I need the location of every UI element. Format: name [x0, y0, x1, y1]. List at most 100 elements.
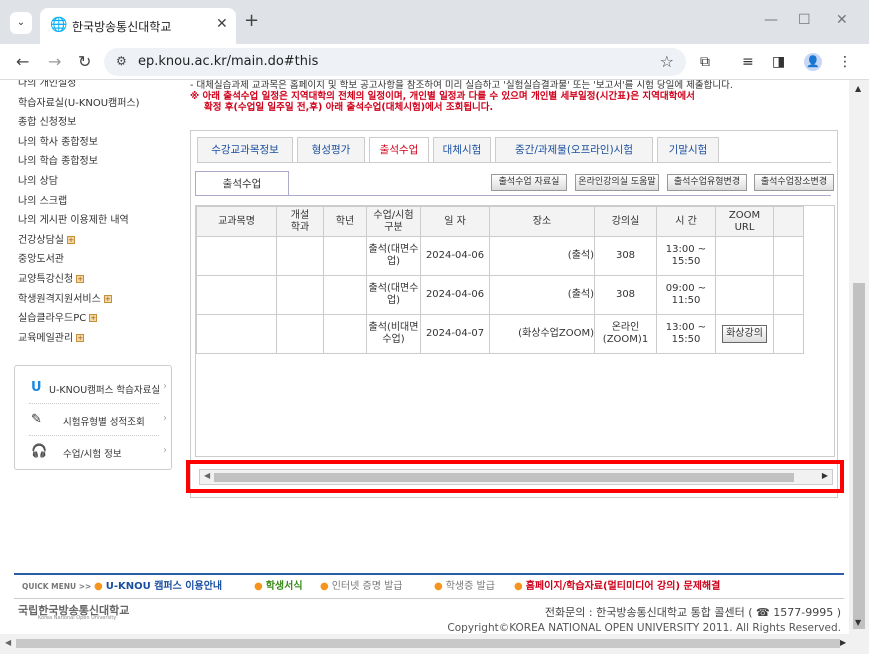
table-header-row: 교과목명 개설 학과 학년 수업/시험 구분 일 자 장소 강의실 시 간 ZO… — [196, 206, 804, 237]
address-bar[interactable]: ⚙ ep.knou.ac.kr/main.do#this ☆ — [104, 48, 686, 76]
quick-menu-link[interactable]: ● 인터넷 증명 발급 — [320, 575, 403, 599]
more-menu-icon[interactable]: ⋮ — [838, 54, 852, 70]
profile-avatar[interactable]: 👤 — [804, 53, 822, 71]
sidebar-item[interactable]: 나의 상담 — [18, 172, 188, 192]
subtab-attendance[interactable]: 출석수업 — [195, 171, 289, 196]
cell-time: 13:00 ~ 15:50 — [656, 236, 716, 276]
tab-3[interactable]: 대체시험 — [433, 137, 491, 163]
quick-link-label: 시험유형별 성적조회 — [63, 417, 145, 428]
scroll-right-arrow-icon[interactable]: ▶ — [840, 638, 846, 647]
quick-link-label: 수업/시험 정보 — [63, 449, 122, 460]
quick-menu-link[interactable]: ● 홈페이지/학습자료(멀티미디어 강의) 문제해결 — [514, 575, 720, 599]
quick-link-uknou[interactable]: U U-KNOU캠퍼스 학습자료실 › — [29, 372, 167, 404]
tab-close-icon[interactable]: ✕ — [216, 16, 228, 32]
quick-menu-link[interactable]: ● U-KNOU 캠퍼스 이용안내 — [94, 575, 222, 599]
change-class-location-button[interactable]: 출석수업장소변경 — [754, 174, 834, 191]
tab-5[interactable]: 기말시험 — [657, 137, 719, 163]
scroll-up-arrow-icon[interactable]: ▲ — [855, 84, 861, 93]
quick-link-grades[interactable]: ✎ 시험유형별 성적조회 › — [29, 404, 167, 436]
cell-year — [323, 236, 367, 276]
header-time: 시 간 — [656, 206, 716, 237]
globe-icon: 🌐 — [50, 17, 68, 33]
chevron-right-icon: › — [163, 381, 167, 392]
plus-icon[interactable]: + — [76, 274, 85, 283]
new-tab-button[interactable]: + — [244, 10, 259, 31]
cell-year — [323, 314, 367, 354]
plus-icon[interactable]: + — [103, 294, 112, 303]
zoom-lecture-button[interactable]: 화상강의 — [722, 325, 767, 343]
quick-menu-link[interactable]: ● 학생서식 — [254, 575, 303, 599]
sidebar-item[interactable]: 나의 학사 종합정보 — [18, 133, 188, 153]
sidebar-item[interactable]: 교양특강신청 + — [18, 270, 188, 290]
quick-menu-link-label: 학생증 발급 — [445, 581, 495, 592]
cell-type: 출석(대면수업) — [366, 236, 421, 276]
scroll-left-arrow-icon[interactable]: ◀ — [5, 638, 11, 647]
highlight-box — [186, 460, 844, 493]
url-text[interactable]: ep.knou.ac.kr/main.do#this — [138, 54, 318, 69]
cell-zoom: 화상강의 — [715, 314, 774, 354]
plus-icon[interactable]: + — [89, 314, 98, 323]
quick-menu-link[interactable]: ● 학생증 발급 — [434, 575, 495, 599]
footer-logo: 국립한국방송통신대학교 Korea National Open Universi… — [18, 602, 129, 621]
scroll-down-arrow-icon[interactable]: ▼ — [855, 618, 861, 627]
cell-time: 09:00 ~ 11:50 — [656, 275, 716, 315]
page-horizontal-scrollbar[interactable]: ◀ ▶ — [0, 634, 869, 654]
window-close-icon[interactable]: ✕ — [836, 12, 848, 28]
notice-line-1: - 대체실습과제 교과목은 홈페이지 및 학보 공고사항을 참조하여 미리 실습… — [190, 80, 733, 91]
sidebar-item[interactable]: 나의 학습 종합정보 — [18, 152, 188, 172]
minimize-icon[interactable]: — — [764, 12, 778, 28]
sidebar-item[interactable]: 나의 개인설정 — [18, 80, 188, 94]
plus-icon[interactable]: + — [76, 333, 85, 342]
reading-list-icon[interactable]: ≡ — [742, 54, 754, 70]
forward-arrow-icon[interactable]: → — [48, 52, 61, 71]
sidebar-item-label: 교육메일관리 — [18, 332, 74, 344]
sidebar-item[interactable]: 나의 스크랩 — [18, 192, 188, 212]
tab-1[interactable]: 형성평가 — [297, 137, 365, 163]
sidebar-item[interactable]: 교육메일관리 + — [18, 329, 188, 349]
quick-link-class-info[interactable]: 🎧 수업/시험 정보 › — [29, 436, 167, 468]
reload-icon[interactable]: ↻ — [78, 52, 91, 71]
attendance-table: 교과목명 개설 학과 학년 수업/시험 구분 일 자 장소 강의실 시 간 ZO… — [196, 206, 804, 354]
browser-tab[interactable]: 🌐 한국방송통신대학교 ✕ — [40, 8, 236, 44]
sidebar-item[interactable]: 건강상담실 + — [18, 231, 188, 251]
sidebar-item-label: 실습클라우드PC — [18, 313, 87, 325]
cell-dept — [276, 275, 324, 315]
back-arrow-icon[interactable]: ← — [16, 52, 29, 71]
cell-overflow — [773, 275, 804, 315]
maximize-icon[interactable]: ☐ — [798, 12, 811, 28]
cell-room: 308 — [594, 275, 657, 315]
sidebar-item[interactable]: 실습클라우드PC + — [18, 309, 188, 329]
cell-overflow — [773, 314, 804, 354]
plus-icon[interactable]: + — [67, 235, 75, 244]
attendance-resources-button[interactable]: 출석수업 자료실 — [491, 174, 567, 191]
chevron-right-icon: › — [163, 445, 167, 456]
sidebar-item[interactable]: 중앙도서관 — [18, 250, 188, 270]
tab-4[interactable]: 중간/과제물(오프라인)시험 — [495, 137, 653, 163]
sidebar-item-label: 나의 학습 종합정보 — [18, 156, 98, 168]
cell-date: 2024-04-07 — [420, 314, 490, 354]
sidebar-item[interactable]: 학습자료실(U-KNOU캠퍼스) — [18, 94, 188, 114]
extensions-icon[interactable]: ⧉ — [700, 54, 710, 70]
sidebar-item[interactable]: 종합 신청정보 — [18, 113, 188, 133]
site-info-icon[interactable]: ⚙ — [116, 54, 127, 68]
side-panel-icon[interactable]: ◨ — [772, 54, 785, 70]
change-class-type-button[interactable]: 출석수업유형변경 — [667, 174, 747, 191]
tab-0[interactable]: 수강교과목정보 — [197, 137, 293, 163]
tab-search-dropdown[interactable]: ⌄ — [10, 12, 32, 34]
page-vertical-scrollbar[interactable]: ▲ ▼ — [849, 80, 869, 634]
sidebar-item[interactable]: 나의 게시판 이용제한 내역 — [18, 211, 188, 231]
sidebar-item[interactable]: 학생원격지원서비스 + — [18, 290, 188, 310]
quick-menu-link-label: 인터넷 증명 발급 — [331, 581, 403, 592]
online-class-help-button[interactable]: 온라인강의실 도움말 — [575, 174, 659, 191]
cell-date: 2024-04-06 — [420, 236, 490, 276]
attendance-table-container: 교과목명 개설 학과 학년 수업/시험 구분 일 자 장소 강의실 시 간 ZO… — [195, 205, 835, 457]
cell-zoom — [715, 236, 774, 276]
table-body: 출석(대면수업) 2024-04-06 (출석) 308 13:00 ~ 15:50 출석… — [196, 236, 804, 354]
scrollbar-thumb[interactable] — [16, 639, 840, 648]
quick-menu-link-label: U-KNOU 캠퍼스 이용안내 — [105, 581, 223, 592]
bookmark-star-icon[interactable]: ☆ — [660, 52, 674, 71]
tab-2[interactable]: 출석수업 — [369, 137, 429, 163]
browser-toolbar: ← → ↻ ⚙ ep.knou.ac.kr/main.do#this ☆ ⧉ ≡… — [0, 44, 869, 80]
scrollbar-thumb[interactable] — [853, 283, 865, 629]
bullet-icon: ● — [320, 581, 329, 592]
